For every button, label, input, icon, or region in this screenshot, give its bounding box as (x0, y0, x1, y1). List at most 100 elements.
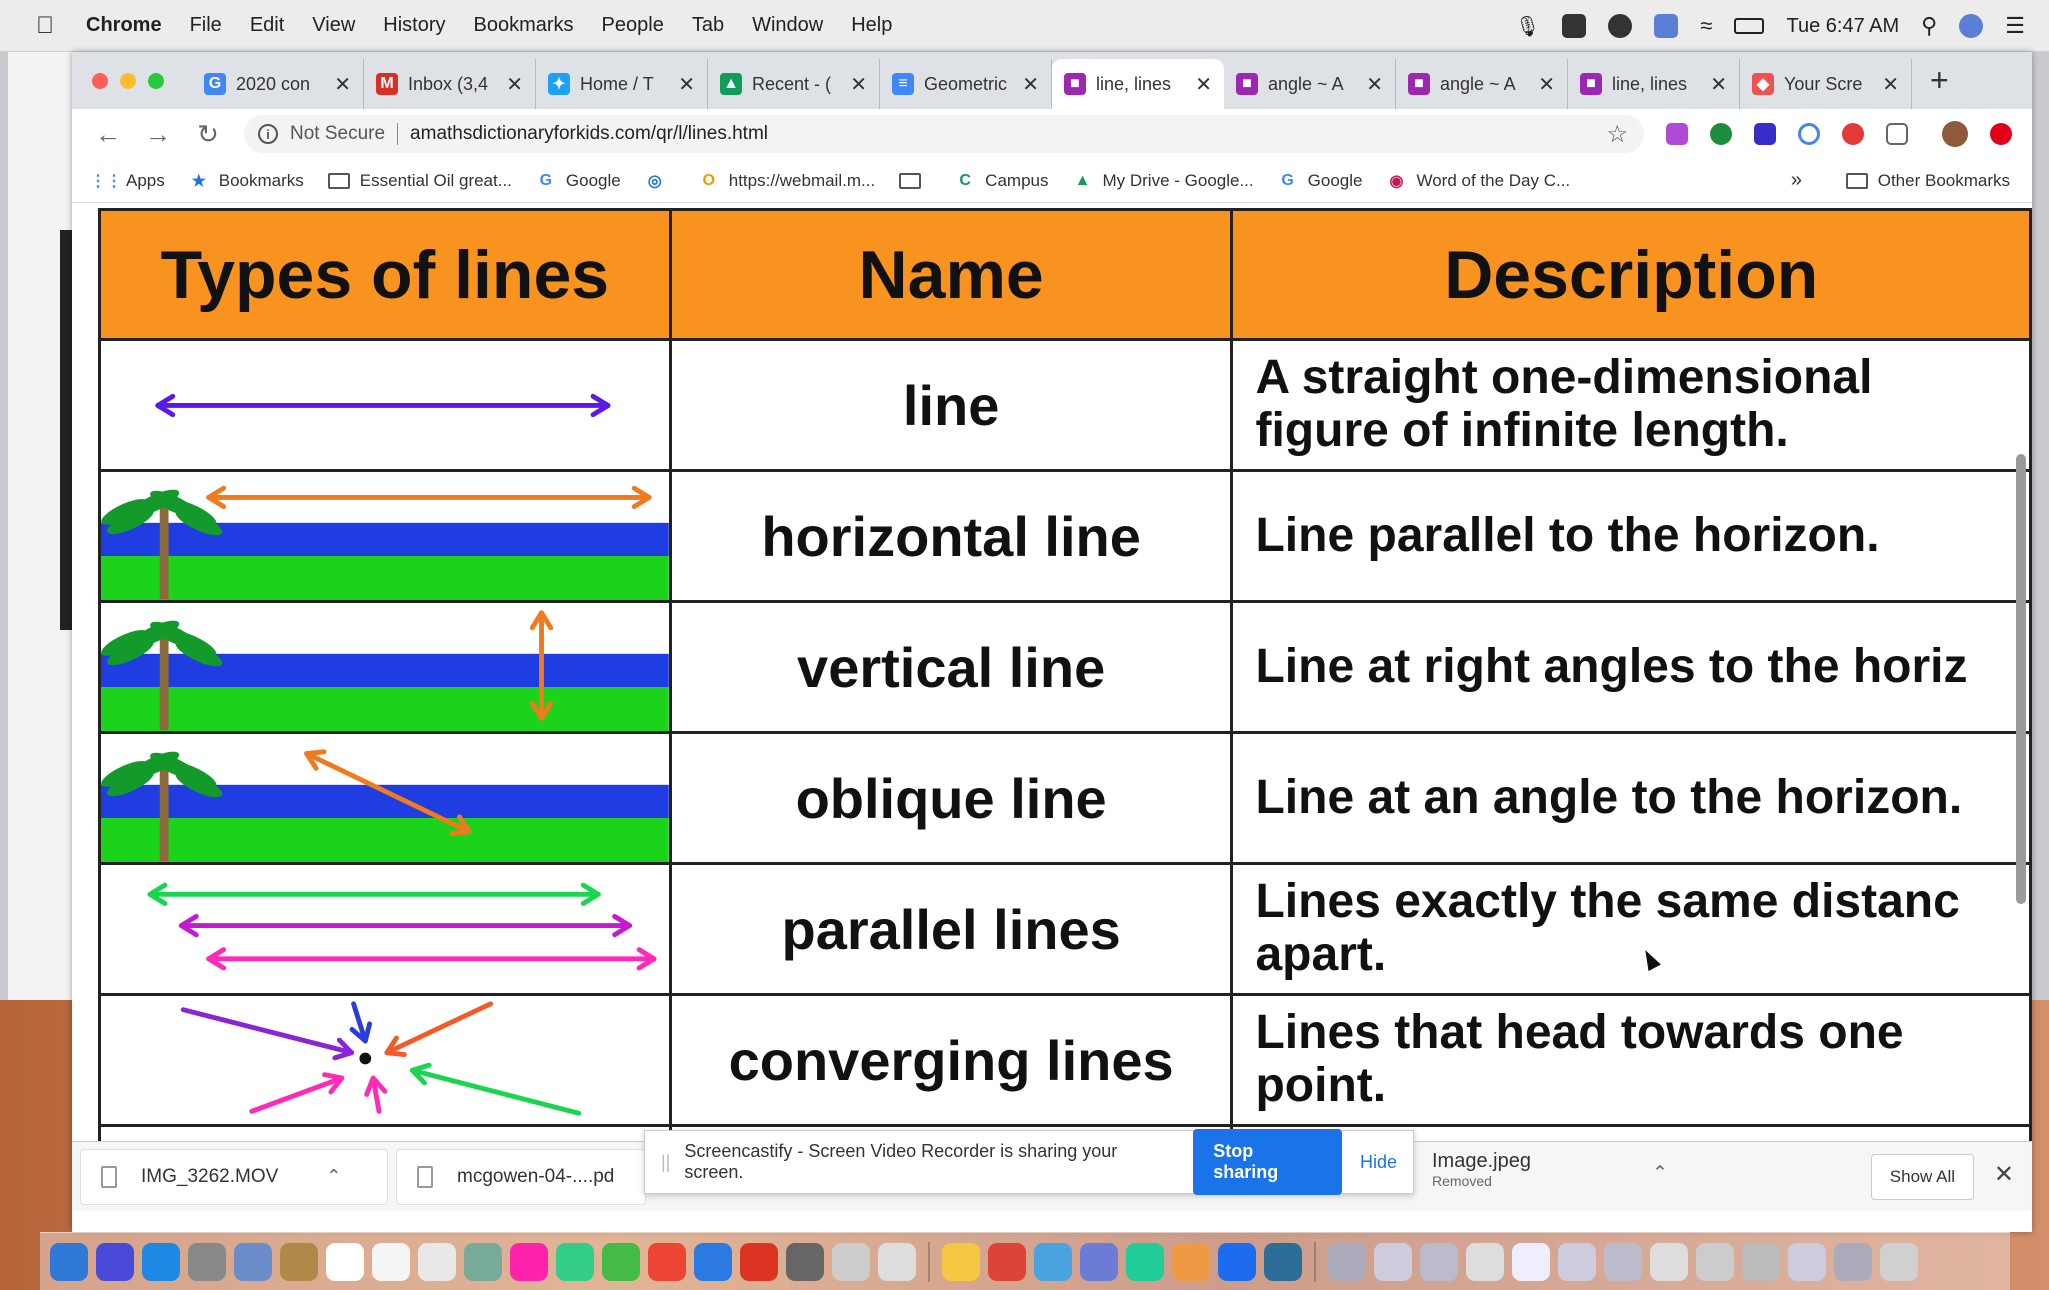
extension-icon-2[interactable] (1710, 123, 1732, 145)
close-tab-icon[interactable]: ✕ (1195, 72, 1212, 97)
browser-tab[interactable]: ◆ Your Scre ✕ (1740, 59, 1912, 109)
dock-app-icon[interactable] (1834, 1242, 1872, 1281)
close-tab-icon[interactable]: ✕ (506, 72, 523, 97)
dock-app-icon[interactable] (1650, 1242, 1688, 1281)
menu-app-name[interactable]: Chrome (86, 14, 162, 37)
close-tab-icon[interactable]: ✕ (850, 72, 867, 97)
close-tab-icon[interactable]: ✕ (1538, 72, 1555, 97)
chevron-up-icon[interactable]: ⌃ (1652, 1162, 1668, 1185)
browser-tab[interactable]: ■ line, lines ✕ (1052, 59, 1224, 109)
dock-app-icon[interactable] (510, 1242, 548, 1281)
bookmark-item[interactable] (899, 172, 931, 189)
bookmark-item[interactable]: ⋮⋮ Apps (90, 171, 165, 191)
drag-handle-icon[interactable]: || (661, 1152, 670, 1173)
profile-avatar[interactable] (1942, 121, 1968, 147)
dock-app-icon[interactable] (326, 1242, 364, 1281)
bookmark-item[interactable]: Essential Oil great... (327, 171, 512, 191)
dock-app-icon[interactable] (1080, 1242, 1118, 1281)
battery-icon[interactable] (1734, 18, 1765, 34)
dock-app-icon[interactable] (1420, 1242, 1458, 1281)
dock-app-icon[interactable] (786, 1242, 824, 1281)
menu-edit[interactable]: Edit (250, 14, 284, 37)
extension-link-icon[interactable] (1798, 123, 1820, 145)
browser-tab[interactable]: ■ angle ~ A ✕ (1224, 59, 1396, 109)
download-item[interactable]: IMG_3262.MOV ⌃ (80, 1148, 388, 1205)
bookmark-item[interactable]: ◎ (645, 171, 675, 191)
dock-app-icon[interactable] (96, 1242, 134, 1281)
extension-icon-1[interactable] (1666, 123, 1688, 145)
bookmark-item[interactable]: ▲ My Drive - Google... (1072, 171, 1254, 191)
dock-app-icon[interactable] (648, 1242, 686, 1281)
close-tab-icon[interactable]: ✕ (334, 72, 351, 97)
dock-app-icon[interactable] (1742, 1242, 1780, 1281)
bookmark-item[interactable]: Ohttps://webmail.m... (699, 171, 876, 191)
close-tab-icon[interactable]: ✕ (1882, 72, 1899, 97)
browser-tab[interactable]: ■ line, lines ✕ (1568, 59, 1740, 109)
wifi-icon[interactable]: ≈ (1700, 13, 1712, 39)
site-info-icon[interactable]: i (258, 124, 278, 144)
dock-app-icon[interactable] (280, 1242, 318, 1281)
dock-app-icon[interactable] (1696, 1242, 1734, 1281)
spotlight-search-icon[interactable]: ⚲ (1921, 13, 1937, 39)
show-all-button[interactable]: Show All (1870, 1154, 1974, 1200)
dock-app-icon[interactable] (1512, 1242, 1550, 1281)
dock-app-icon[interactable] (1328, 1242, 1366, 1281)
dock-app-icon[interactable] (372, 1242, 410, 1281)
menu-file[interactable]: File (190, 14, 222, 37)
dock-app-icon[interactable] (942, 1242, 980, 1281)
browser-tab[interactable]: ▲ Recent - (✕ (708, 59, 880, 109)
page-scrollbar[interactable] (2016, 454, 2026, 904)
dock-app-icon[interactable] (418, 1242, 456, 1281)
dock-app-icon[interactable] (1218, 1242, 1256, 1281)
close-window-button[interactable] (92, 72, 108, 89)
menu-people[interactable]: People (602, 14, 664, 37)
bookmark-item[interactable]: G Google (536, 171, 621, 191)
new-tab-button[interactable]: + (1930, 62, 1949, 99)
menu-window[interactable]: Window (752, 14, 823, 37)
dock-app-icon[interactable] (1558, 1242, 1596, 1281)
close-tab-icon[interactable]: ✕ (1710, 72, 1727, 97)
menubar-clock[interactable]: Tue 6:47 AM (1786, 15, 1899, 38)
download-item-image[interactable]: Image.jpeg Removed (1432, 1150, 1531, 1189)
close-downloads-icon[interactable]: ✕ (1994, 1160, 2014, 1189)
dock-app-icon[interactable] (1126, 1242, 1164, 1281)
dock-app-icon[interactable] (556, 1242, 594, 1281)
dock-app-icon[interactable] (464, 1242, 502, 1281)
notification-center-icon[interactable]: ☰ (2005, 13, 2025, 39)
hide-button[interactable]: Hide (1360, 1152, 1397, 1173)
close-tab-icon[interactable]: ✕ (1366, 72, 1383, 97)
extension-icon-5[interactable] (1842, 123, 1864, 145)
browser-tab[interactable]: ≡ Geometric ✕ (880, 59, 1052, 109)
bookmark-star-icon[interactable]: ☆ (1606, 120, 1628, 149)
dock-app-icon[interactable] (1172, 1242, 1210, 1281)
menu-tab[interactable]: Tab (692, 14, 724, 37)
back-button[interactable]: ← (94, 119, 122, 150)
dock-app-icon[interactable] (988, 1242, 1026, 1281)
trash-icon[interactable] (1880, 1242, 1918, 1281)
menu-help[interactable]: Help (851, 14, 892, 37)
dock-app-icon[interactable] (878, 1242, 916, 1281)
location-pin-icon[interactable] (1608, 14, 1633, 38)
download-item[interactable]: mcgowen-04-....pd (396, 1148, 646, 1205)
dock-app-icon[interactable] (1374, 1242, 1412, 1281)
reload-button[interactable]: ↻ (194, 119, 222, 150)
bookmark-item[interactable]: C Campus (955, 171, 1048, 191)
dock-app-icon[interactable] (1264, 1242, 1302, 1281)
dock-app-icon[interactable] (602, 1242, 640, 1281)
forward-button[interactable]: → (144, 119, 172, 150)
bookmark-item[interactable]: ★ Bookmarks (189, 171, 304, 191)
chevron-up-icon[interactable]: ⌃ (326, 1166, 341, 1187)
browser-tab[interactable]: ✦ Home / T ✕ (536, 59, 708, 109)
opera-extension-icon[interactable] (1990, 123, 2012, 145)
screencastify-status-icon[interactable] (1654, 14, 1679, 38)
browser-tab[interactable]: G 2020 con ✕ (192, 59, 364, 109)
siri-icon[interactable] (1959, 14, 1984, 38)
dock-app-icon[interactable] (740, 1242, 778, 1281)
menu-history[interactable]: History (383, 14, 445, 37)
dock-app-icon[interactable] (1466, 1242, 1504, 1281)
close-tab-icon[interactable]: ✕ (678, 72, 695, 97)
screen-recorder-icon[interactable] (1562, 14, 1587, 38)
zoom-window-button[interactable] (148, 72, 164, 89)
dock-app-icon[interactable] (50, 1242, 88, 1281)
apple-menu-icon[interactable]:  (36, 12, 66, 40)
